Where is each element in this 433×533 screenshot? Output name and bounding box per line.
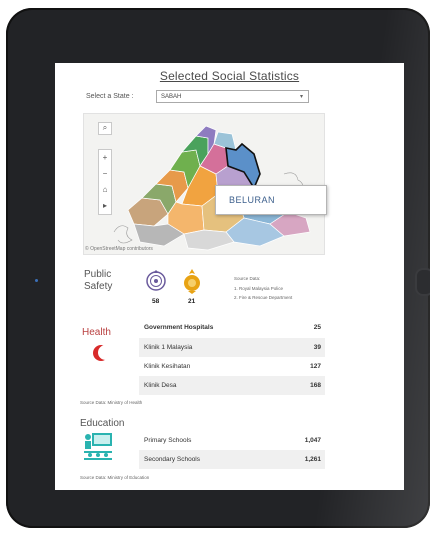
map-toolbar: + − ⌂ ▸ bbox=[98, 149, 112, 215]
health-header-row: Government Hospitals 25 bbox=[139, 321, 325, 335]
table-row: Primary Schools 1,047 bbox=[139, 431, 325, 450]
police-badge-icon bbox=[146, 270, 166, 291]
safety-source-1: 1. Royal Malaysia Police bbox=[234, 286, 284, 291]
safety-source-2: 2. Fire & Rescue Department bbox=[234, 295, 293, 300]
zoom-out-button[interactable]: − bbox=[99, 166, 111, 182]
health-source: Source Data: Ministry of Health bbox=[80, 400, 143, 405]
row-value: 1,261 bbox=[304, 456, 321, 463]
map-attribution[interactable]: © OpenStreetMap contributors bbox=[85, 246, 153, 252]
table-row: Klinik 1 Malaysia 39 bbox=[139, 338, 325, 357]
map-search-icon[interactable]: ⌕ bbox=[98, 122, 112, 135]
home-button[interactable] bbox=[415, 268, 430, 296]
row-name: Secondary Schools bbox=[144, 456, 201, 463]
state-selector-label: Select a State : bbox=[86, 93, 134, 100]
table-row: Klinik Desa 168 bbox=[139, 376, 325, 395]
dashboard-screen: Selected Social Statistics Select a Stat… bbox=[55, 63, 404, 490]
fire-count: 21 bbox=[188, 298, 196, 305]
safety-source-title: Source Data: bbox=[234, 276, 261, 281]
row-value: 39 bbox=[313, 344, 321, 351]
row-value: 168 bbox=[310, 382, 321, 389]
state-select-dropdown[interactable]: SABAH ▾ bbox=[156, 90, 309, 103]
map-district bbox=[183, 229, 235, 251]
state-map[interactable]: ⌕ + − ⌂ ▸ bbox=[83, 113, 325, 255]
coastline bbox=[113, 225, 133, 244]
district-map-svg bbox=[113, 125, 311, 251]
health-label: Health bbox=[82, 327, 111, 338]
education-table: Primary Schools 1,047 Secondary Schools … bbox=[139, 431, 325, 469]
row-value: 1,047 bbox=[304, 437, 321, 444]
classroom-icon bbox=[84, 433, 112, 460]
row-name: Klinik Kesihatan bbox=[144, 363, 191, 370]
row-name: Klinik 1 Malaysia bbox=[144, 344, 193, 351]
education-label: Education bbox=[80, 418, 125, 429]
zoom-in-button[interactable]: + bbox=[99, 150, 111, 166]
home-extent-icon[interactable]: ⌂ bbox=[99, 182, 111, 198]
health-header-name: Government Hospitals bbox=[144, 324, 214, 331]
police-count: 58 bbox=[152, 298, 160, 305]
map-tooltip: BELURAN bbox=[215, 185, 327, 215]
chevron-down-icon: ▾ bbox=[299, 94, 303, 100]
state-select-value: SABAH bbox=[161, 94, 182, 100]
tablet-frame: Selected Social Statistics Select a Stat… bbox=[6, 8, 430, 528]
row-name: Primary Schools bbox=[144, 437, 192, 444]
camera-dot bbox=[35, 279, 38, 282]
public-safety-label: Public Safety bbox=[84, 269, 113, 292]
health-table: Klinik 1 Malaysia 39 Klinik Kesihatan 12… bbox=[139, 338, 325, 395]
health-header-value: 25 bbox=[313, 324, 321, 331]
education-source: Source Data: Ministry of Education bbox=[80, 475, 150, 480]
red-crescent-icon bbox=[93, 345, 113, 361]
table-row: Klinik Kesihatan 127 bbox=[139, 357, 325, 376]
page-title: Selected Social Statistics bbox=[159, 69, 300, 83]
row-name: Klinik Desa bbox=[144, 382, 177, 389]
play-icon[interactable]: ▸ bbox=[99, 198, 111, 214]
fire-rescue-badge-icon bbox=[184, 269, 200, 294]
table-row: Secondary Schools 1,261 bbox=[139, 450, 325, 469]
row-value: 127 bbox=[310, 363, 321, 370]
